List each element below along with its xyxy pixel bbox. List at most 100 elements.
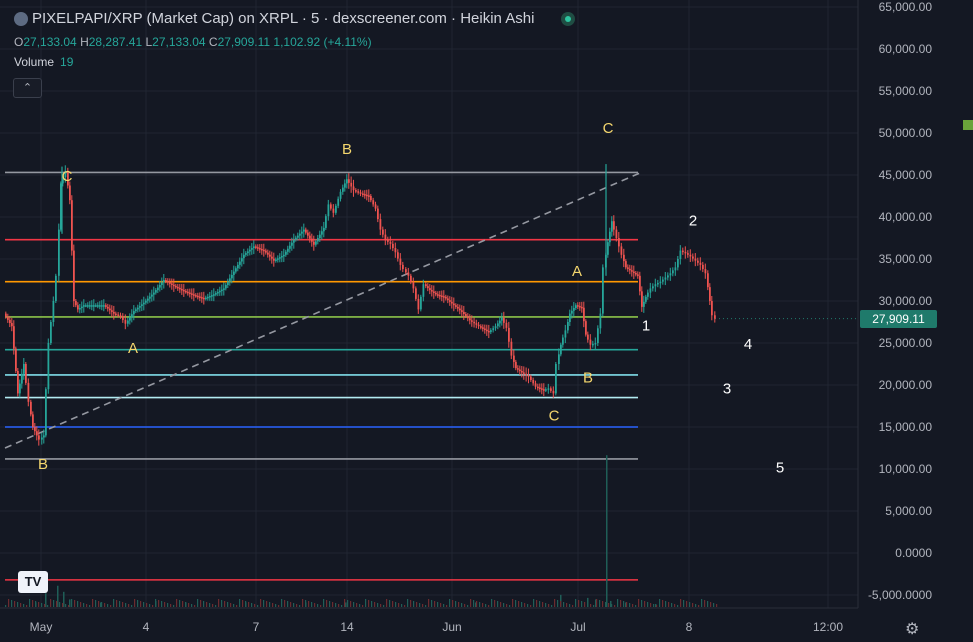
candle-body	[197, 295, 199, 298]
candle-body	[85, 305, 87, 307]
candle-body	[592, 343, 594, 346]
candle-body	[245, 253, 247, 255]
candle-body	[689, 254, 692, 257]
volume-bar	[260, 599, 262, 607]
candle-body	[530, 376, 532, 380]
chevron-up-icon: ⌃	[22, 82, 33, 94]
volume-bar	[56, 601, 58, 607]
candle-body	[627, 267, 629, 269]
volume-bar	[53, 600, 55, 607]
candle-body	[583, 307, 585, 322]
volume-bar	[566, 603, 568, 607]
volume-bar	[326, 600, 328, 607]
candle-body	[564, 330, 567, 338]
candle-body	[652, 286, 654, 289]
candle-body	[618, 238, 620, 247]
volume-bar	[422, 604, 424, 607]
candle-body	[480, 326, 482, 328]
candle-body	[449, 300, 451, 302]
candle-body	[443, 296, 445, 298]
volume-bar	[446, 605, 448, 607]
candle-body	[575, 305, 577, 308]
volume-bar	[683, 600, 685, 607]
volume-bar	[272, 603, 274, 607]
candle-body	[269, 254, 271, 257]
candle-body	[187, 291, 189, 294]
candle-body	[344, 183, 346, 188]
candle-body	[484, 328, 486, 331]
volume-bar	[41, 603, 43, 607]
y-tick-label: 40,000.00	[879, 210, 933, 224]
price-chart[interactable]: C B A B A B C C 1 2 4 3 5 65,000.00 60,000.00 55,000.00…	[0, 0, 973, 642]
candle-body	[555, 364, 557, 394]
volume-bar	[524, 603, 526, 607]
candle-body	[577, 305, 579, 307]
candle-body	[382, 229, 384, 235]
volume-bar	[338, 604, 340, 607]
gear-icon[interactable]: ⚙	[905, 619, 919, 639]
collapse-legend-button[interactable]: ⌃	[13, 78, 42, 98]
candle-body	[519, 369, 521, 372]
open-value: 27,133.04	[23, 35, 77, 49]
volume-bar	[359, 604, 361, 607]
candle-body	[149, 296, 151, 299]
volume-bar	[11, 600, 13, 607]
y-tick-label: 25,000.00	[879, 336, 933, 350]
volume-bar	[8, 599, 10, 607]
candle-body	[459, 308, 461, 311]
volume-bar	[110, 605, 112, 607]
tradingview-logo-icon[interactable]: TV	[18, 571, 48, 593]
candle-body	[317, 238, 319, 242]
market-status-icon[interactable]	[561, 12, 575, 26]
candle-body	[510, 341, 513, 356]
x-tick-label: 12:00	[813, 620, 843, 634]
candle-body	[482, 327, 484, 329]
candle-body	[225, 285, 227, 289]
candle-body	[271, 256, 273, 259]
wave-label: B	[342, 141, 352, 158]
candle-body	[309, 235, 311, 239]
candle-body	[709, 287, 711, 301]
volume-bar	[191, 604, 193, 607]
volume-bar	[428, 599, 430, 607]
volume-bar	[341, 605, 343, 607]
volume-bar	[38, 602, 40, 607]
candle-body	[133, 311, 135, 315]
candle-body	[129, 317, 131, 321]
volume-bar	[386, 599, 388, 607]
volume-bar	[635, 605, 637, 607]
candle-body	[265, 250, 267, 253]
candle-body	[573, 308, 575, 311]
volume-bar	[299, 605, 301, 607]
candle-body	[291, 242, 293, 246]
candle-body	[420, 296, 422, 310]
candle-body	[714, 315, 716, 319]
volume-bar	[485, 604, 487, 607]
candle-body	[99, 305, 101, 307]
candle-body	[558, 354, 560, 364]
wave-label: A	[128, 340, 138, 357]
volume-bar	[107, 604, 109, 607]
candle-body	[505, 322, 508, 328]
candle-body	[17, 371, 19, 394]
volume-bar	[57, 585, 59, 607]
volume-bar	[677, 605, 679, 607]
candle-body	[87, 305, 89, 307]
candle-body	[169, 282, 171, 284]
candle-body	[279, 257, 281, 259]
chart-title: PIXELPAPI/XRP (Market Cap) on XRPL · 5 ·…	[32, 10, 535, 27]
volume-bar	[251, 603, 253, 607]
volume-bar	[587, 603, 589, 607]
volume-bar	[71, 599, 73, 607]
volume-bar	[32, 600, 34, 607]
candle-body	[58, 229, 60, 276]
candle-body	[702, 264, 704, 270]
candle-body	[221, 289, 223, 292]
candle-body	[297, 235, 299, 238]
volume-bar	[344, 599, 346, 607]
volume-bar	[233, 604, 235, 607]
x-tick-label: 14	[340, 620, 354, 634]
volume-bar	[152, 605, 154, 607]
candle-body	[21, 373, 23, 384]
candle-body	[674, 267, 677, 271]
